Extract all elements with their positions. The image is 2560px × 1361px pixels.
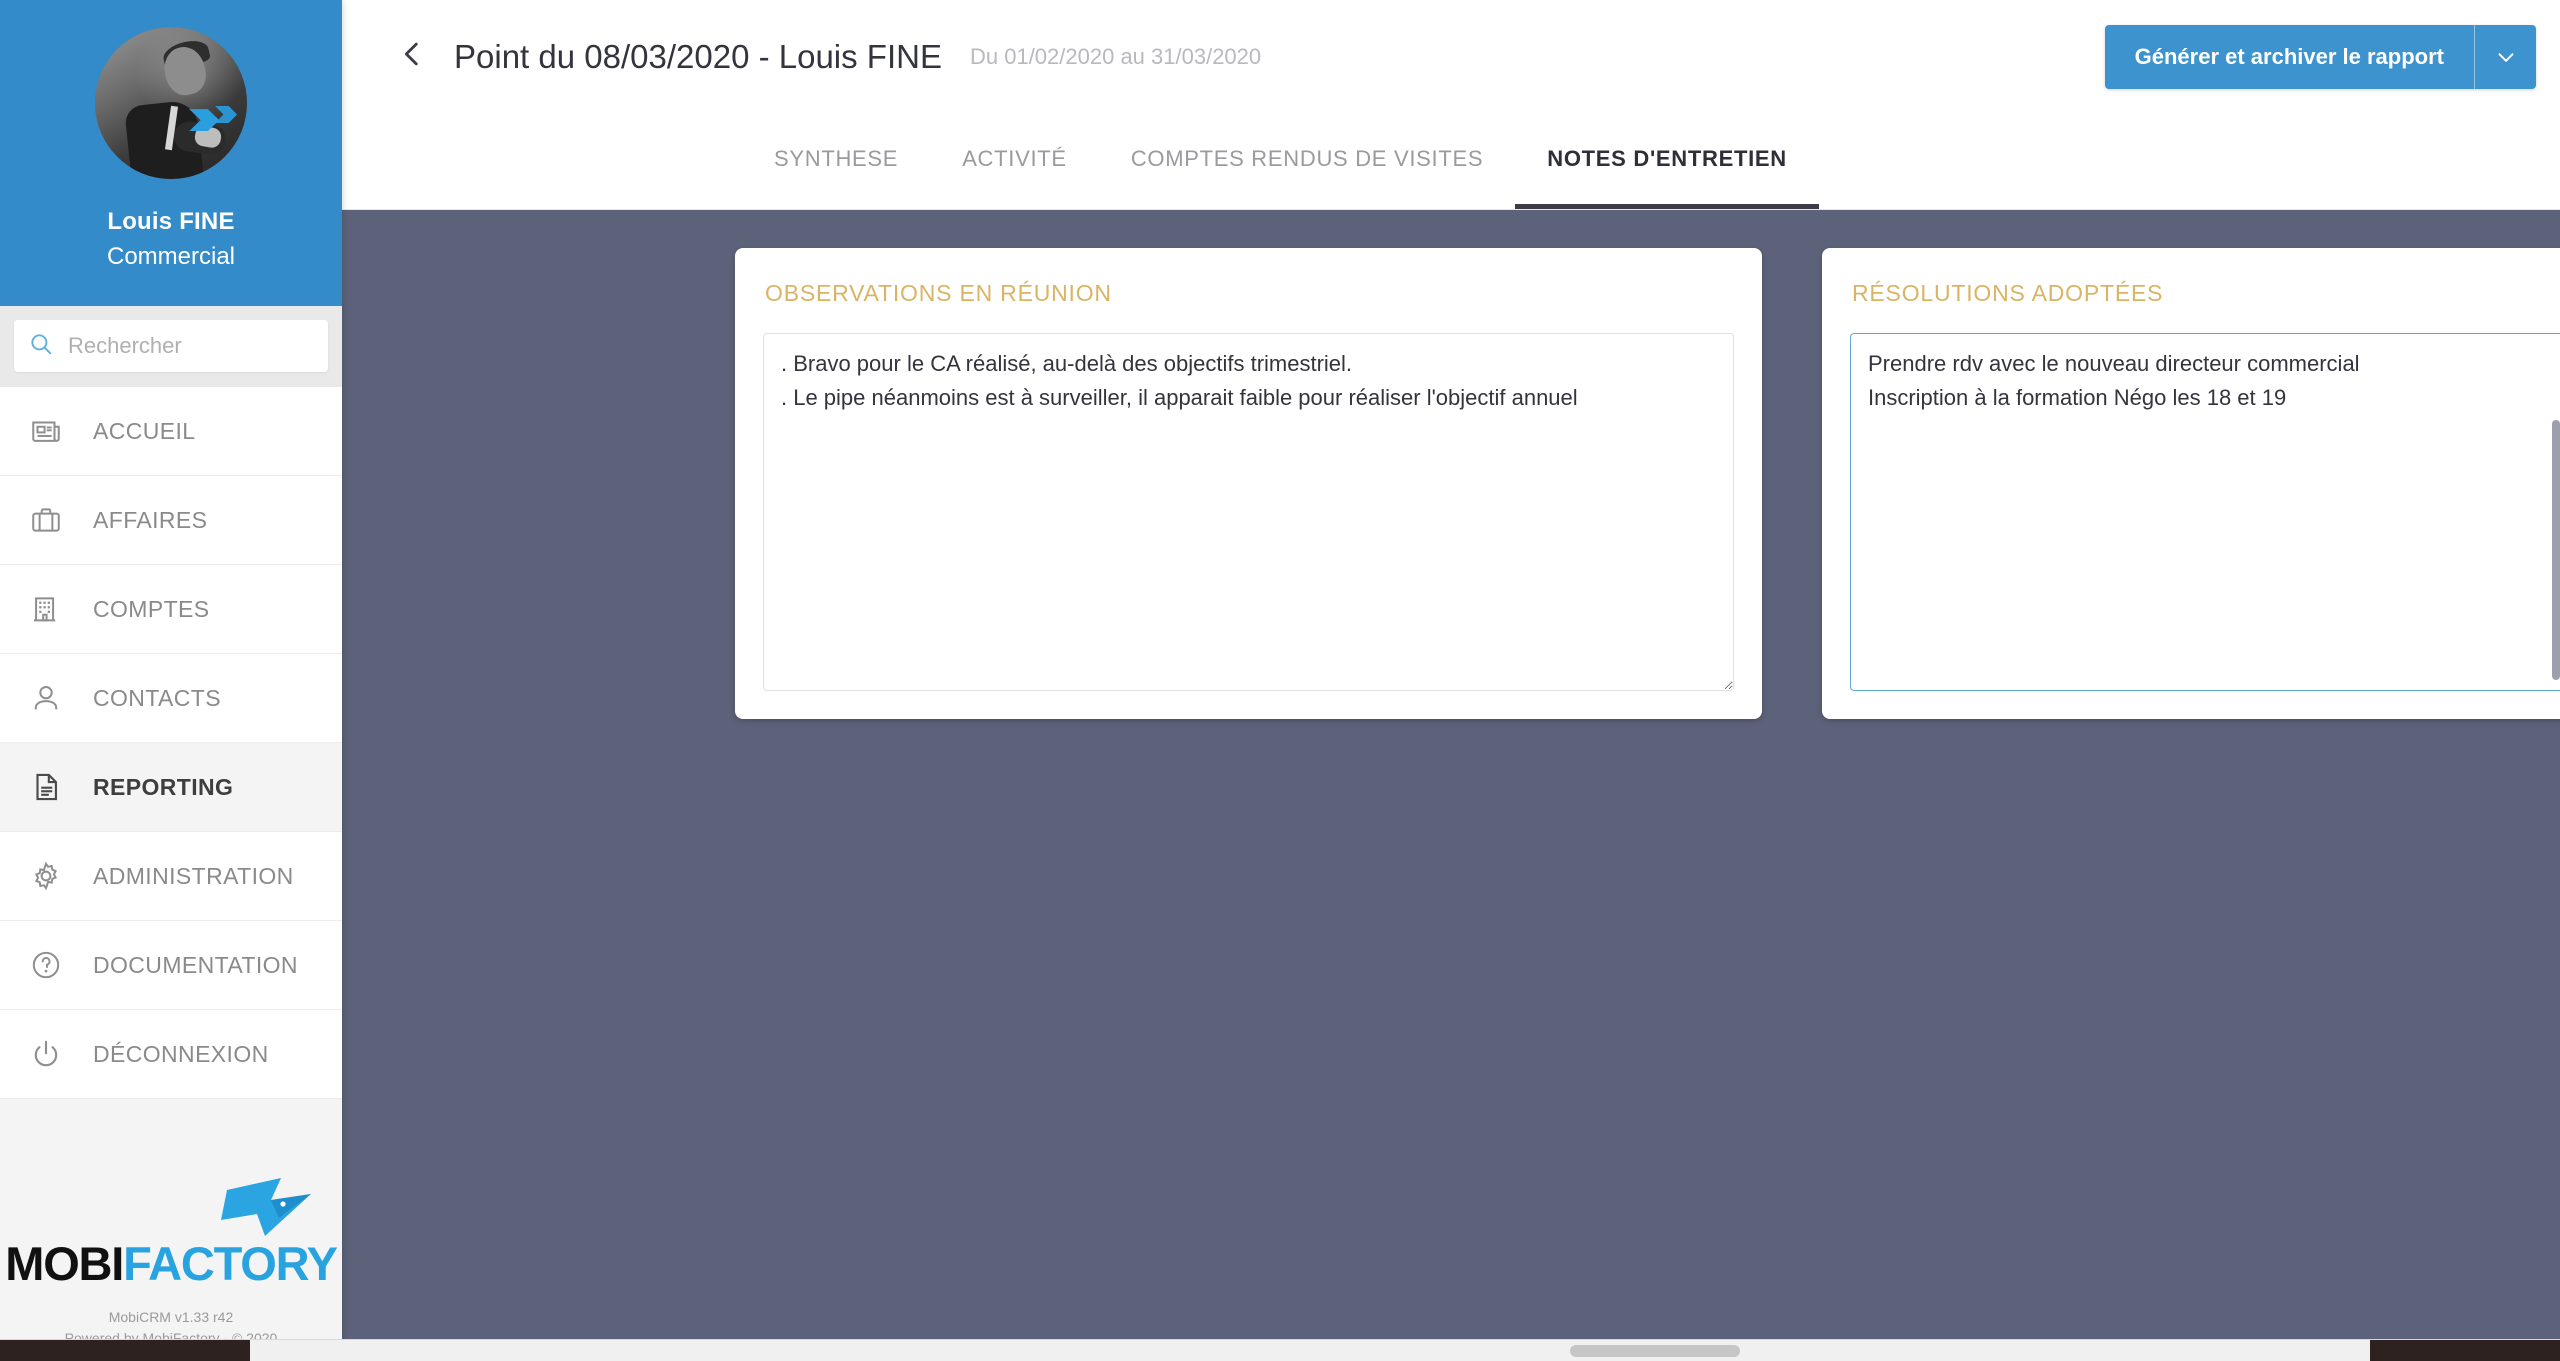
sidebar-item-label: CONTACTS — [93, 685, 221, 712]
power-icon — [29, 1037, 71, 1071]
chevron-left-icon — [395, 37, 429, 76]
sidebar: Louis FINE Commercial — [0, 0, 342, 1361]
horizontal-scrollbar[interactable] — [0, 1339, 2560, 1361]
logo-text-mobi: MOBI — [5, 1236, 123, 1291]
tab-synthese[interactable]: SYNTHESE — [742, 113, 930, 209]
sidebar-nav: ACCUEIL AFFAIRES — [0, 387, 342, 1099]
search-box[interactable] — [14, 320, 328, 372]
card-resolutions: RÉSOLUTIONS ADOPTÉES — [1822, 248, 2560, 719]
sidebar-item-label: ACCUEIL — [93, 418, 196, 445]
person-icon — [29, 681, 71, 715]
generate-report-label: Générer et archiver le rapport — [2105, 25, 2474, 89]
newspaper-icon — [29, 414, 71, 448]
observations-textarea[interactable] — [763, 333, 1734, 691]
sidebar-item-label: COMPTES — [93, 596, 210, 623]
app-root: Louis FINE Commercial — [0, 0, 2560, 1361]
avatar — [95, 27, 247, 179]
desktop-edge-right — [2370, 1340, 2560, 1361]
sidebar-item-deconnexion[interactable]: DÉCONNEXION — [0, 1010, 342, 1099]
sidebar-item-label: DÉCONNEXION — [93, 1041, 269, 1068]
desktop-edge-left — [0, 1340, 250, 1361]
question-circle-icon — [29, 948, 71, 982]
generate-report-dropdown-toggle[interactable] — [2474, 25, 2536, 89]
card-title-observations: OBSERVATIONS EN RÉUNION — [765, 280, 1734, 307]
sidebar-item-administration[interactable]: ADMINISTRATION — [0, 832, 342, 921]
sidebar-item-contacts[interactable]: CONTACTS — [0, 654, 342, 743]
resolutions-textarea[interactable] — [1850, 333, 2560, 691]
generate-report-button[interactable]: Générer et archiver le rapport — [2105, 25, 2536, 89]
page-title: Point du 08/03/2020 - Louis FINE — [454, 38, 942, 76]
search-container — [0, 306, 342, 387]
sidebar-item-label: REPORTING — [93, 774, 233, 801]
back-button[interactable] — [388, 33, 436, 81]
sidebar-brand: MOBI FACTORY MobiCRM v1.33 r42 Powered b… — [0, 1099, 342, 1361]
document-icon — [29, 770, 71, 804]
sidebar-profile: Louis FINE Commercial — [0, 0, 342, 306]
page-date-range: Du 01/02/2020 au 31/03/2020 — [970, 44, 1261, 70]
sidebar-item-label: ADMINISTRATION — [93, 863, 294, 890]
search-icon — [28, 331, 54, 362]
app-version: MobiCRM v1.33 r42 — [65, 1307, 278, 1328]
horizontal-scrollbar-thumb[interactable] — [1570, 1345, 1740, 1357]
briefcase-icon — [29, 503, 71, 537]
page-header: Point du 08/03/2020 - Louis FINE Du 01/0… — [342, 0, 2560, 113]
mobifactory-logo: MOBI FACTORY — [5, 1236, 337, 1291]
sidebar-item-label: AFFAIRES — [93, 507, 207, 534]
tab-comptes-rendus-de-visites[interactable]: COMPTES RENDUS DE VISITES — [1099, 113, 1515, 209]
sidebar-item-accueil[interactable]: ACCUEIL — [0, 387, 342, 476]
tabs-bar: SYNTHESE ACTIVITÉ COMPTES RENDUS DE VISI… — [342, 113, 2560, 210]
sidebar-item-comptes[interactable]: COMPTES — [0, 565, 342, 654]
card-observations: OBSERVATIONS EN RÉUNION — [735, 248, 1762, 719]
card-title-resolutions: RÉSOLUTIONS ADOPTÉES — [1852, 280, 2560, 307]
mobifactory-bird-icon — [219, 1174, 315, 1253]
main-area: Point du 08/03/2020 - Louis FINE Du 01/0… — [342, 0, 2560, 1361]
gear-icon — [29, 859, 71, 893]
profile-name: Louis FINE — [107, 208, 234, 236]
content-panel: OBSERVATIONS EN RÉUNION RÉSOLUTIONS ADOP… — [342, 210, 2560, 1361]
profile-role: Commercial — [107, 243, 235, 271]
chevron-down-icon — [2493, 44, 2519, 70]
sidebar-item-label: DOCUMENTATION — [93, 952, 298, 979]
sidebar-item-documentation[interactable]: DOCUMENTATION — [0, 921, 342, 1010]
tab-notes-dentretien[interactable]: NOTES D'ENTRETIEN — [1515, 113, 1819, 209]
vertical-scrollbar-thumb[interactable] — [2552, 420, 2560, 680]
building-icon — [29, 592, 71, 626]
sidebar-item-reporting[interactable]: REPORTING — [0, 743, 342, 832]
sidebar-item-affaires[interactable]: AFFAIRES — [0, 476, 342, 565]
search-input[interactable] — [68, 333, 356, 359]
tab-activite[interactable]: ACTIVITÉ — [930, 113, 1099, 209]
